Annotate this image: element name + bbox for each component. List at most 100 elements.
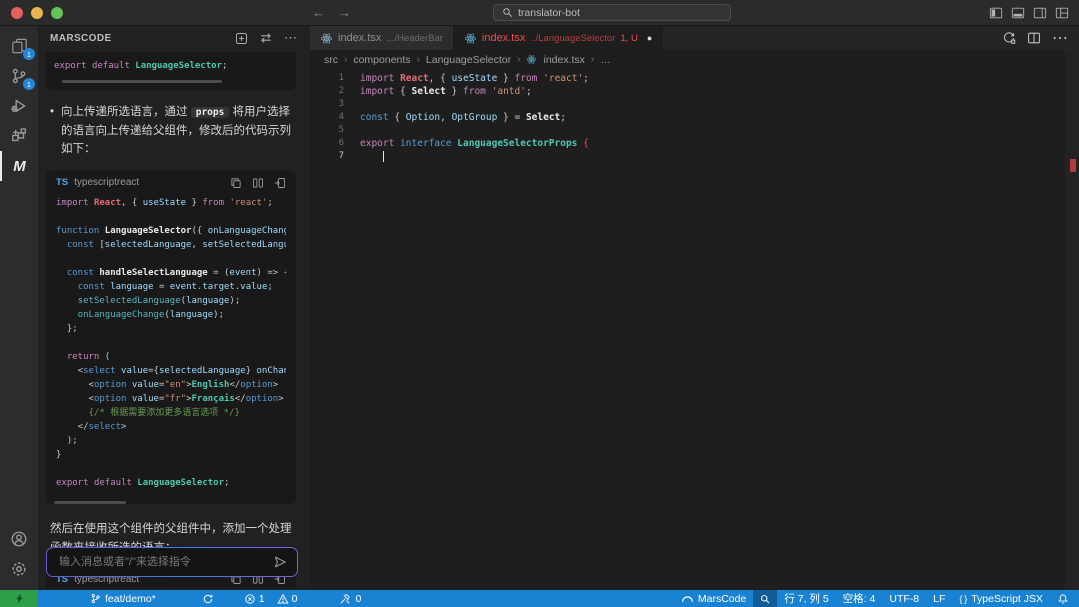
title-bar: ← → translator-bot [0,0,1079,26]
editor-line: 6export interface LanguageSelectorProps … [310,137,1079,150]
marscode-panel: MARSCODE ⋯ export default LanguageSelect… [38,26,310,590]
account-icon [10,530,28,548]
activity-accounts[interactable] [0,524,38,554]
line-number: 3 [310,98,360,111]
tools-icon [339,593,351,605]
breadcrumb-item[interactable]: src [324,54,338,66]
tools-status[interactable]: 0 [332,590,368,607]
toggle-secondary-sidebar-icon[interactable] [1033,6,1047,20]
editor-line: 7 [310,150,1079,163]
activity-extensions[interactable] [0,121,38,151]
error-icon [244,593,256,605]
vscode-window: ← → translator-bot [0,0,1079,607]
branch-icon [90,593,101,604]
maximize-window-button[interactable] [51,7,63,19]
indent-label: 空格: 4 [843,591,876,606]
activity-settings[interactable] [0,554,38,584]
activity-bar-bottom [0,519,38,584]
code-editor[interactable]: 1import React, { useState } from 'react'… [310,69,1079,163]
explorer-badge: 1 [23,48,35,60]
language-label: TypeScript JSX [971,593,1043,605]
insert-at-cursor-icon[interactable] [274,177,286,189]
chat-input[interactable] [57,555,265,569]
chat-code-block-partial: export default LanguageSelector; [46,52,296,90]
minimize-window-button[interactable] [31,7,43,19]
nav-back-icon[interactable]: ← [312,5,325,20]
send-icon[interactable] [273,555,287,569]
chat-bullet-paragraph: • 向上传递所选语言，通过 props 将用户选择的语言向上传递给父组件，修改后… [50,103,298,159]
editor-line: 2import { Select } from 'antd'; [310,85,1079,98]
command-center-search[interactable]: translator-bot [493,4,731,21]
code-line: {/* 根据需要添加更多语言选项 */} [56,406,286,420]
activity-source-control[interactable]: 1 [0,61,38,91]
new-chat-icon[interactable] [235,32,248,45]
remote-indicator[interactable] [0,590,38,607]
react-file-icon [464,32,477,45]
split-editor-icon[interactable] [1027,31,1041,45]
sync-status[interactable] [195,590,221,607]
code-line: } [56,448,286,462]
history-swap-icon[interactable] [259,31,273,45]
tab-index-languageselector[interactable]: index.tsx ../LanguageSelector 1, U ● [454,26,663,50]
notifications-status[interactable] [1050,590,1079,607]
customize-layout-icon[interactable] [1055,6,1069,20]
toggle-panel-icon[interactable] [1011,6,1025,20]
code-line: <option value="en">English</option> [56,378,286,392]
editor-line: 4const { Option, OptGroup } = Select; [310,111,1079,124]
overview-ruler[interactable] [1065,50,1079,590]
code-line: const [selectedLanguage, setSelectedLang… [56,238,286,252]
horizontal-scrollbar[interactable] [54,501,126,504]
tab-label: index.tsx [338,32,381,44]
more-actions-icon[interactable]: ⋯ [1052,28,1069,48]
editor-group: index.tsx .../HeaderBar index.tsx ../Lan… [310,26,1079,590]
react-file-icon [320,32,333,45]
sync-changes-icon[interactable] [1002,31,1016,45]
problems-status[interactable]: 1 0 [237,590,305,607]
marscode-arc-icon [681,593,694,604]
editor-line: 3 [310,98,1079,111]
nav-forward-icon[interactable]: → [338,5,351,20]
encoding-status[interactable]: UTF-8 [882,590,926,607]
editor-lines: 1import React, { useState } from 'react'… [310,72,1079,163]
copy-icon[interactable] [230,177,242,189]
code-line [56,462,286,476]
bullet-dot: • [50,103,54,159]
activity-marscode[interactable]: M [0,151,38,181]
tab-index-headerbar[interactable]: index.tsx .../HeaderBar [310,26,454,50]
bullet-text: 向上传递所选语言，通过 props 将用户选择的语言向上传递给父组件，修改后的代… [61,103,298,159]
code-line [56,336,286,350]
close-window-button[interactable] [11,7,23,19]
horizontal-scrollbar[interactable] [62,80,222,83]
cursor-position-status[interactable]: 行 7, 列 5 [777,590,835,607]
code-block-header: TS typescriptreact [46,171,296,193]
status-bar: feat/demo* 1 0 0 [0,590,1079,607]
activity-explorer[interactable]: 1 [0,31,38,61]
breadcrumb-item[interactable]: components [353,54,410,66]
screencast-search-status[interactable] [753,590,777,607]
language-mode-status[interactable]: { } TypeScript JSX [952,590,1050,607]
line-number: 4 [310,111,360,124]
more-actions-icon[interactable]: ⋯ [284,30,298,46]
marscode-status[interactable]: MarsCode [674,590,753,607]
activity-run-debug[interactable] [0,91,38,121]
code-block-actions [230,177,286,189]
editor-actions: ⋯ [1002,26,1069,50]
indentation-status[interactable]: 空格: 4 [836,590,883,607]
window-title: translator-bot [518,7,580,19]
git-branch-status[interactable]: feat/demo* [83,590,163,607]
eol-status[interactable]: LF [926,590,952,607]
scm-badge: 1 [23,78,35,90]
insert-diff-icon[interactable] [252,177,264,189]
breadcrumb-item[interactable]: … [600,54,611,66]
breadcrumb-item[interactable]: LanguageSelector [426,54,511,66]
sidebar-actions: ⋯ [235,30,298,46]
chat-input-box [47,548,297,576]
breadcrumb-item[interactable]: index.tsx [543,54,584,66]
chevron-right-icon: › [517,54,520,65]
tools-count: 0 [355,593,361,605]
tab-label: index.tsx [482,32,525,44]
partial-code: export default LanguageSelector; [54,59,288,73]
toggle-sidebar-icon[interactable] [989,6,1003,20]
modified-dot-icon[interactable]: ● [647,33,652,43]
editor-tab-bar: index.tsx .../HeaderBar index.tsx ../Lan… [310,26,1079,50]
